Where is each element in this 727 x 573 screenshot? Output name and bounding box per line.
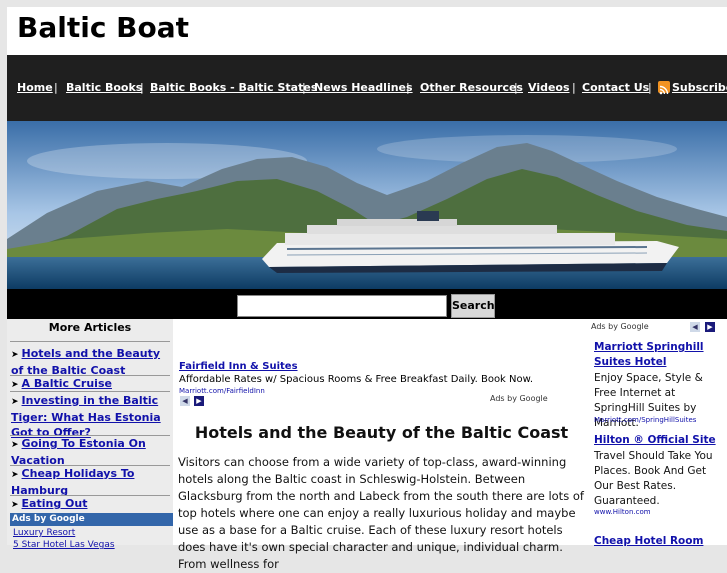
nav-subscribe[interactable]: Subscribe <box>672 81 727 94</box>
right-sidebar: Ads by Google ◀ ▶ Marriott Springhill Su… <box>590 319 727 547</box>
article-body: Visitors can choose from a wide variety … <box>178 455 584 571</box>
prev-ad-icon[interactable]: ◀ <box>180 396 190 406</box>
nav-separator: | <box>54 81 58 94</box>
article-link-text[interactable]: A Baltic Cruise <box>22 377 112 390</box>
ad-url[interactable]: Marriott.com/SpringHillSuites <box>594 416 696 424</box>
ad-title[interactable]: Hilton ® Official Site <box>594 433 722 448</box>
search-input[interactable] <box>237 295 447 317</box>
arrow-right-icon: ➤ <box>11 397 19 407</box>
ads-by-google-label[interactable]: Ads by Google <box>10 513 174 526</box>
article-link-text[interactable]: Eating Out <box>22 497 88 510</box>
nav-separator: | <box>406 81 410 94</box>
next-ad-icon[interactable]: ▶ <box>194 396 204 406</box>
ads-by-google-label[interactable]: Ads by Google <box>490 394 548 403</box>
divider <box>10 341 170 342</box>
main-nav: Home | Baltic Books | Baltic Books - Bal… <box>7 55 727 121</box>
nav-separator: | <box>648 81 652 94</box>
ad-url[interactable]: Marriott.com/FairfieldInn <box>179 387 265 395</box>
nav-videos[interactable]: Videos <box>528 81 570 94</box>
site-title[interactable]: Baltic Boat <box>17 11 189 44</box>
article-link[interactable]: ➤ Going To Estonia On Vacation <box>11 436 166 468</box>
next-ad-icon[interactable]: ▶ <box>705 322 715 332</box>
ad-title[interactable]: Fairfield Inn & Suites <box>179 361 298 372</box>
article-link-text[interactable]: Going To Estonia On Vacation <box>11 437 146 467</box>
nav-separator: | <box>140 81 144 94</box>
site-header: Baltic Boat <box>7 7 727 55</box>
ads-by-google-label[interactable]: Ads by Google <box>591 322 649 331</box>
ad-text: Affordable Rates w/ Spacious Rooms & Fre… <box>179 374 534 385</box>
nav-contact-us[interactable]: Contact Us <box>582 81 649 94</box>
arrow-right-icon: ➤ <box>11 380 19 390</box>
nav-separator: | <box>302 81 306 94</box>
rss-icon[interactable] <box>658 81 670 95</box>
arrow-right-icon: ➤ <box>11 470 19 480</box>
ad-link[interactable]: Luxury Resort <box>13 528 75 538</box>
article-link-text[interactable]: Hotels and the Beauty of the Baltic Coas… <box>11 347 160 377</box>
more-articles-heading: More Articles <box>48 321 132 334</box>
ad-link[interactable]: 5 Star Hotel Las Vegas <box>13 540 115 550</box>
prev-ad-icon[interactable]: ◀ <box>690 322 700 332</box>
nav-home[interactable]: Home <box>17 81 53 94</box>
ad-title[interactable]: Cheap Hotel Room <box>594 534 722 549</box>
ad-title[interactable]: Marriott Springhill Suites Hotel <box>594 340 722 370</box>
article-link[interactable]: ➤ Eating Out <box>11 496 166 513</box>
article-link[interactable]: ➤ Investing in the Baltic Tiger: What Has… <box>11 393 166 440</box>
divider <box>10 391 170 392</box>
arrow-right-icon: ➤ <box>11 440 19 450</box>
nav-separator: | <box>514 81 518 94</box>
nav-baltic-books-states[interactable]: Baltic Books - Baltic States <box>150 81 317 94</box>
article-link-text[interactable]: Cheap Holidays To Hamburg <box>11 467 134 497</box>
left-sidebar: More Articles ➤ Hotels and the Beauty of … <box>7 319 174 550</box>
nav-baltic-books[interactable]: Baltic Books <box>66 81 142 94</box>
search-button[interactable]: Search <box>451 294 495 318</box>
arrow-right-icon: ➤ <box>11 500 19 510</box>
ad-url[interactable]: www.Hilton.com <box>594 508 651 516</box>
nav-other-resources[interactable]: Other Resources <box>420 81 523 94</box>
cruise-ship-mountains-image <box>7 121 727 289</box>
article-title: Hotels and the Beauty of the Baltic Coas… <box>194 423 569 442</box>
main-content: Fairfield Inn & Suites Affordable Rates … <box>173 319 590 571</box>
banner-image <box>7 121 727 289</box>
article-link-text[interactable]: Investing in the Baltic Tiger: What Has … <box>11 394 161 439</box>
ad-text: Travel Should Take You Places. Book And … <box>594 450 713 507</box>
nav-separator: | <box>572 81 576 94</box>
article-link[interactable]: ➤ Cheap Holidays To Hamburg <box>11 466 166 498</box>
article-link[interactable]: ➤ Hotels and the Beauty of the Baltic Coa… <box>11 346 166 378</box>
top-ad-unit: Fairfield Inn & Suites Affordable Rates … <box>178 359 555 409</box>
nav-news-headlines[interactable]: News Headlines <box>314 81 413 94</box>
arrow-right-icon: ➤ <box>11 350 19 360</box>
